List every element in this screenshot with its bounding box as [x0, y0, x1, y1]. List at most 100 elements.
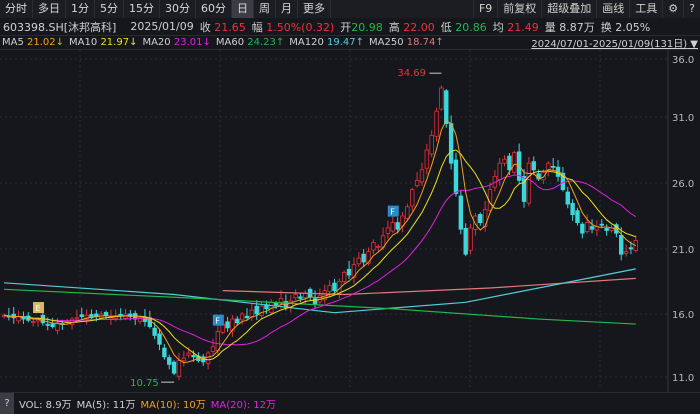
candle-body	[16, 316, 21, 322]
candle-body	[341, 271, 347, 282]
candle-body	[619, 235, 624, 255]
ma-legend: MA5 21.02↓ MA10 21.97↓ MA20 23.01↓ MA60 …	[0, 35, 700, 50]
ma5-label: MA5 21.02↓	[2, 37, 65, 48]
adjust-button[interactable]: 前复权	[497, 0, 541, 18]
date-range-selector[interactable]: 2024/07/01-2025/01/09(131日) ▼	[531, 35, 700, 50]
candle-body	[424, 149, 430, 169]
high-price-label: 34.69	[397, 68, 426, 79]
tab-5min[interactable]: 5分	[95, 0, 124, 18]
candle-body	[327, 284, 332, 292]
candle-body	[259, 305, 264, 316]
open-value: 20.98	[351, 20, 383, 34]
candle-body	[628, 247, 634, 250]
candle-body	[507, 155, 512, 171]
candle-body	[254, 305, 259, 315]
candle-body	[453, 159, 459, 194]
ma10-line	[3, 149, 636, 361]
y-tick-label: 21.0	[672, 245, 694, 256]
candle-body	[108, 317, 114, 320]
y-tick-label: 16.0	[672, 310, 694, 321]
candle-body	[502, 158, 507, 164]
candle-body	[171, 361, 177, 374]
tab-month[interactable]: 月	[276, 0, 298, 18]
candle-body	[361, 253, 366, 263]
tools-button[interactable]: 工具	[629, 0, 662, 18]
tab-60min[interactable]: 60分	[196, 0, 232, 18]
ma20-label: MA20 23.01↓	[142, 37, 211, 48]
candle-body	[458, 195, 464, 230]
candle-body	[565, 191, 570, 205]
candle-body	[434, 110, 439, 137]
quote-date: 2025/01/09	[130, 20, 194, 33]
tab-day[interactable]: 日	[232, 0, 254, 18]
candle-body	[167, 357, 172, 365]
draw-button[interactable]: 画线	[596, 0, 629, 18]
vol-value: VOL: 8.9万	[19, 399, 72, 411]
candle-body	[239, 313, 245, 321]
high-value: 22.00	[403, 20, 435, 34]
candle-body	[531, 161, 536, 171]
candle-body	[205, 352, 211, 364]
y-tick-label: 11.0	[672, 373, 694, 384]
y-tick-label: 31.0	[672, 113, 694, 124]
tab-multi-day[interactable]: 多日	[33, 0, 66, 18]
candle-body	[50, 323, 55, 328]
quote-info: 603398.SH[沐邦高科] 2025/01/09 收 21.65 幅 1.5…	[0, 18, 700, 35]
candle-body	[497, 162, 502, 180]
candle-body	[162, 347, 167, 358]
candle-body	[332, 282, 337, 291]
amp-label: 幅	[251, 20, 263, 34]
turn-label: 换	[600, 20, 612, 34]
candle-body	[191, 354, 196, 358]
candle-body	[589, 226, 595, 230]
candle-body	[580, 223, 585, 234]
candle-body	[585, 222, 590, 232]
turn-value: 2.05%	[615, 20, 651, 34]
tab-more[interactable]: 更多	[298, 0, 331, 18]
candle-body	[405, 206, 410, 219]
candle-body	[376, 245, 381, 248]
event-marker-label: F	[215, 317, 220, 326]
help-icon[interactable]: ?	[683, 0, 700, 18]
ma120-label: MA120 19.47↑	[289, 37, 365, 48]
candle-body	[444, 90, 449, 124]
stock-code: 603398.SH[沐邦高科]	[3, 20, 117, 34]
candle-body	[235, 318, 240, 324]
candle-body	[385, 227, 391, 234]
candle-body	[74, 317, 80, 320]
candle-body	[298, 296, 303, 299]
f9-button[interactable]: F9	[472, 0, 497, 18]
close-value: 21.65	[214, 20, 246, 34]
vol-value: 8.87万	[559, 20, 595, 34]
y-tick-label: 26.0	[672, 179, 694, 190]
candle-body	[410, 189, 415, 207]
candle-body	[526, 162, 532, 204]
tab-1min[interactable]: 1分	[66, 0, 95, 18]
vol-label: 量	[544, 20, 556, 34]
candle-body	[273, 302, 279, 306]
candle-body	[346, 268, 352, 276]
tab-fenshi[interactable]: 分时	[0, 0, 33, 18]
low-label: 低	[440, 20, 452, 34]
vol-ma20: MA(20): 12万	[210, 399, 277, 411]
event-marker-label: F	[390, 208, 395, 217]
indicator-help-button[interactable]: ?	[0, 392, 14, 414]
volume-legend: ? VOL: 8.9万 MA(5): 11万 MA(10): 10万 MA(20…	[0, 392, 700, 414]
candle-body	[550, 165, 556, 168]
candle-body	[419, 169, 425, 183]
candle-body	[623, 251, 629, 254]
tab-15min[interactable]: 15分	[124, 0, 160, 18]
candle-body	[30, 321, 36, 323]
tab-30min[interactable]: 30分	[160, 0, 196, 18]
kline-chart[interactable]: 36.0 31.0 26.0 21.0 16.0 11.0 34.69 10.75 E F F	[0, 50, 700, 392]
candle-body	[473, 215, 478, 230]
low-value: 20.86	[455, 20, 487, 34]
tab-week[interactable]: 周	[254, 0, 276, 18]
overlay-button[interactable]: 超级叠加	[541, 0, 596, 18]
period-tabs: 分时 多日 1分 5分 15分 30分 60分 日 周 月 更多 F9 前复权 …	[0, 0, 700, 18]
candle-body	[186, 352, 191, 356]
candle-body	[181, 357, 187, 362]
gear-icon[interactable]: ⚙	[662, 0, 683, 18]
candle-body	[278, 297, 284, 303]
candle-body	[604, 228, 609, 231]
